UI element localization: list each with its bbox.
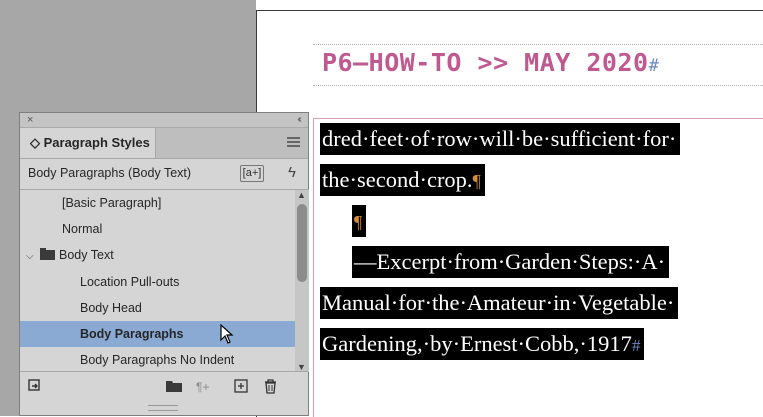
text-line: ¶ <box>320 200 763 241</box>
selected-text[interactable]: Manual·for·the·Amateur·in·Vegetable· <box>320 287 679 319</box>
panel-tab-row: ◇ Paragraph Styles <box>20 128 308 159</box>
list-item[interactable]: Normal <box>20 216 295 242</box>
cursor-arrow-icon <box>220 323 234 344</box>
current-style-row: Body Paragraphs (Body Text) [a+] ϟ <box>20 159 308 187</box>
trash-icon[interactable] <box>264 379 277 397</box>
selected-text[interactable]: dred·feet·of·row·will·be·sufficient·for· <box>320 123 681 155</box>
pilcrow-mark: ¶ <box>354 212 363 232</box>
current-style-label: Body Paragraphs (Body Text) <box>28 166 192 180</box>
text-line: the·second·crop.¶ <box>320 159 763 200</box>
load-styles-icon[interactable] <box>28 379 42 396</box>
end-of-story-mark: # <box>631 336 641 355</box>
text-line: dred·feet·of·row·will·be·sufficient·for· <box>320 118 763 159</box>
style-label: [Basic Paragraph] <box>62 196 162 210</box>
paragraph-styles-panel: × ‹‹ ◇ Paragraph Styles Body Paragraphs … <box>19 112 309 416</box>
list-item[interactable]: Body Paragraphs No Indent <box>20 347 295 372</box>
text-line: Manual·for·the·Amateur·in·Vegetable· <box>320 282 763 323</box>
style-label: Normal <box>62 222 103 237</box>
lightning-icon[interactable]: ϟ <box>288 159 296 187</box>
tab-paragraph-styles[interactable]: ◇ Paragraph Styles <box>20 128 156 158</box>
list-scrollbar[interactable]: ▲ ▼ <box>295 189 309 372</box>
style-label: Location Pull-outs <box>80 274 180 289</box>
body-text-frame[interactable]: dred·feet·of·row·will·be·sufficient·for·… <box>320 118 763 364</box>
page-header[interactable]: P6—HOW-TO >> MAY 2020# <box>322 48 659 77</box>
selected-text[interactable]: —Excerpt·from·Garden·Steps:·A· <box>352 246 670 278</box>
style-list: [Basic Paragraph] Normal ⌵ Body Text Loca… <box>20 189 295 372</box>
list-item[interactable]: [Basic Paragraph] <box>20 190 295 216</box>
panel-menu-icon[interactable] <box>287 137 300 148</box>
chevron-down-icon[interactable]: ⌵ <box>26 244 36 270</box>
new-style-icon[interactable] <box>234 379 248 396</box>
selected-text[interactable]: the·second·crop. <box>322 167 473 192</box>
list-item-group[interactable]: ⌵ Body Text <box>20 242 295 268</box>
scroll-thumb[interactable] <box>297 204 307 282</box>
end-of-story-mark: # <box>648 56 660 76</box>
list-item-selected[interactable]: Body Paragraphs <box>20 320 295 348</box>
style-group-label: Body Text <box>59 248 114 263</box>
panel-titlebar[interactable]: × ‹‹ <box>20 113 308 128</box>
clear-overrides-icon[interactable]: ¶+ <box>196 379 209 395</box>
grip-lines <box>148 405 178 411</box>
chevron-up-icon[interactable]: ▲ <box>297 190 306 200</box>
pilcrow-mark: ¶ <box>472 171 481 191</box>
create-style-from-override-button[interactable]: [a+] <box>240 165 264 182</box>
collapse-icon[interactable]: ‹‹ <box>297 113 301 127</box>
panel-bottom-toolbar: ¶+ <box>20 371 308 402</box>
style-label: Body Head <box>80 300 142 315</box>
panel-resize-grip[interactable] <box>20 401 308 415</box>
header-text: P6—HOW-TO >> MAY 2020 <box>322 48 649 77</box>
text-line: Gardening,·by·Ernest·Cobb,·1917# <box>320 323 763 364</box>
list-item[interactable]: Body Head <box>20 295 295 321</box>
close-icon[interactable]: × <box>27 113 33 127</box>
style-label: Body Paragraphs No Indent <box>80 353 235 368</box>
text-line: —Excerpt·from·Garden·Steps:·A· <box>320 241 763 282</box>
folder-icon <box>40 248 55 261</box>
selected-text[interactable]: Gardening,·by·Ernest·Cobb,·1917 <box>322 331 632 356</box>
folder-icon[interactable] <box>166 379 182 395</box>
style-label: Body Paragraphs <box>80 326 184 341</box>
list-item[interactable]: Location Pull-outs <box>20 269 295 295</box>
